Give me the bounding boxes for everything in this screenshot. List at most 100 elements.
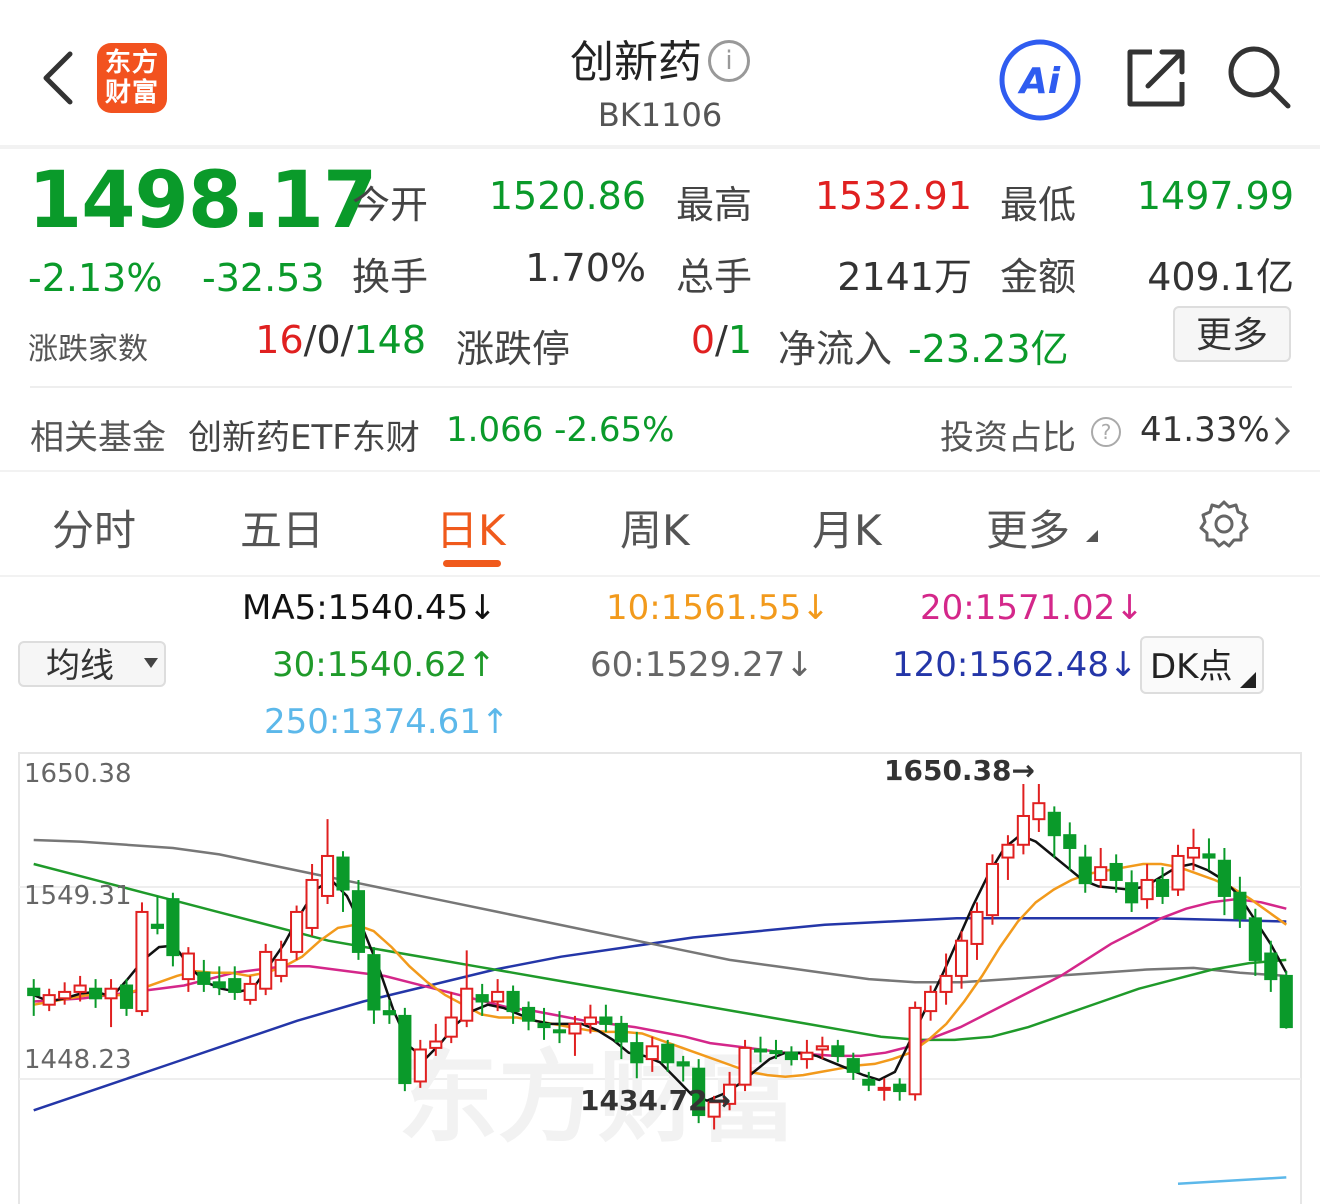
related-fund-values[interactable]: 1.066 -2.65% <box>446 410 674 450</box>
candle-body <box>181 952 195 981</box>
candle-body <box>429 1040 443 1049</box>
ma60-value: 60:1529.27↓ <box>590 645 814 685</box>
ma30-value: 30:1540.62↑ <box>272 645 496 685</box>
candle-body <box>521 1006 536 1022</box>
candle-body <box>27 987 41 997</box>
candle-body <box>1233 891 1247 920</box>
candle-body <box>537 1022 551 1029</box>
tab-daily-k[interactable]: 日K <box>436 497 506 558</box>
candle-body <box>1047 811 1061 837</box>
candle-body <box>166 898 180 957</box>
candle-body <box>784 1051 799 1061</box>
tab-five-day[interactable]: 五日 <box>240 497 324 558</box>
chevron-right-icon[interactable] <box>1272 414 1292 448</box>
candle-body <box>676 1061 690 1067</box>
candle-body <box>552 1029 567 1034</box>
current-price: 1498.17 <box>28 156 377 246</box>
candle-body <box>89 987 103 1000</box>
candle-body <box>1279 974 1293 1029</box>
candle-body <box>831 1045 845 1057</box>
candle-body <box>583 1016 597 1025</box>
candle-body <box>738 1046 752 1086</box>
candle-body <box>212 981 226 989</box>
change-percent: -2.13% <box>28 256 163 300</box>
ma20-value: 20:1571.02↓ <box>920 588 1144 628</box>
low-label: 最低 <box>1000 183 1077 227</box>
candle-body <box>985 862 1000 917</box>
page-title: 创新药 i <box>0 26 1320 90</box>
candle-body <box>908 1006 922 1096</box>
ma5-value: MA5:1540.45↓ <box>242 588 497 628</box>
candle-body <box>259 950 273 990</box>
candle-body <box>1202 853 1216 859</box>
volume-value: 2141万 <box>837 255 972 299</box>
netflow-label: 净流入 <box>778 327 893 371</box>
limit-values: 0/1 <box>690 318 752 362</box>
breadth-values: 16/0/148 <box>255 318 426 362</box>
volume-label: 总手 <box>676 255 753 299</box>
tab-weekly-k[interactable]: 周K <box>620 497 690 558</box>
candle-body <box>119 984 134 1009</box>
candle-body <box>1248 917 1262 961</box>
high-label: 最高 <box>676 183 753 227</box>
divider <box>0 470 1320 472</box>
dropdown-caret-icon[interactable] <box>144 658 158 668</box>
candle-body <box>877 1086 891 1091</box>
candle-body <box>939 974 953 993</box>
candle-body <box>1032 802 1046 821</box>
candle-body <box>1140 878 1154 901</box>
tab-more[interactable]: 更多 <box>986 497 1070 558</box>
tab-intraday[interactable]: 分时 <box>52 497 136 558</box>
investment-ratio-label: 投资占比 <box>940 418 1076 458</box>
candle-body <box>243 982 257 1001</box>
candle-body <box>1078 856 1092 885</box>
ai-assistant-icon[interactable]: Ai <box>998 38 1082 122</box>
candle-body <box>1016 814 1030 846</box>
gear-icon[interactable] <box>1198 498 1250 550</box>
candle-body <box>862 1078 876 1086</box>
info-icon[interactable]: i <box>708 40 750 82</box>
ma120-value: 120:1562.48↓ <box>892 645 1138 685</box>
candle-body <box>274 958 288 977</box>
tab-monthly-k[interactable]: 月K <box>812 497 882 558</box>
candle-body <box>290 910 304 953</box>
open-label: 今开 <box>352 183 429 227</box>
high-value: 1532.91 <box>814 174 972 218</box>
candle-body <box>630 1042 644 1064</box>
ma250-line <box>1177 1176 1287 1186</box>
breadth-label: 涨跌家数 <box>28 332 148 367</box>
corner-triangle-icon <box>1240 672 1256 688</box>
more-quote-button[interactable]: 更多 <box>1173 306 1291 362</box>
question-icon[interactable]: ? <box>1090 416 1122 448</box>
candle-body <box>893 1083 907 1093</box>
candle-body <box>614 1022 628 1043</box>
amount-label: 金额 <box>1000 255 1077 299</box>
candle-body <box>1094 866 1108 881</box>
divider <box>30 386 1292 388</box>
y-tick-label: 1549.31 <box>24 881 132 911</box>
search-icon[interactable] <box>1226 44 1292 110</box>
candle-body <box>475 994 489 1003</box>
turnover-label: 换手 <box>352 255 429 299</box>
candle-body <box>73 984 87 993</box>
ma250-value: 250:1374.61↑ <box>264 702 510 742</box>
candle-body <box>135 910 149 1013</box>
y-tick-label: 1448.23 <box>24 1045 132 1075</box>
related-fund-name[interactable]: 创新药ETF东财 <box>188 410 420 459</box>
open-value: 1520.86 <box>488 174 646 218</box>
candle-body <box>1171 854 1185 891</box>
candle-body <box>398 1014 412 1085</box>
share-icon[interactable] <box>1124 46 1188 110</box>
candle-body <box>1109 862 1123 881</box>
candle-body <box>769 1050 783 1055</box>
limit-label: 涨跌停 <box>456 327 571 371</box>
candle-body <box>104 987 118 1000</box>
candle-body <box>1186 846 1201 859</box>
candle-body <box>460 987 474 1022</box>
candle-body <box>228 978 242 993</box>
candle-body <box>1217 859 1231 897</box>
investment-ratio-value[interactable]: 41.33% <box>1140 410 1270 450</box>
svg-text:?: ? <box>1101 420 1112 444</box>
change-value: -32.53 <box>202 256 325 300</box>
candlestick-chart[interactable]: 东方财富 1650.38 1549.31 1448.23 1650.38→ 14… <box>18 752 1302 1204</box>
